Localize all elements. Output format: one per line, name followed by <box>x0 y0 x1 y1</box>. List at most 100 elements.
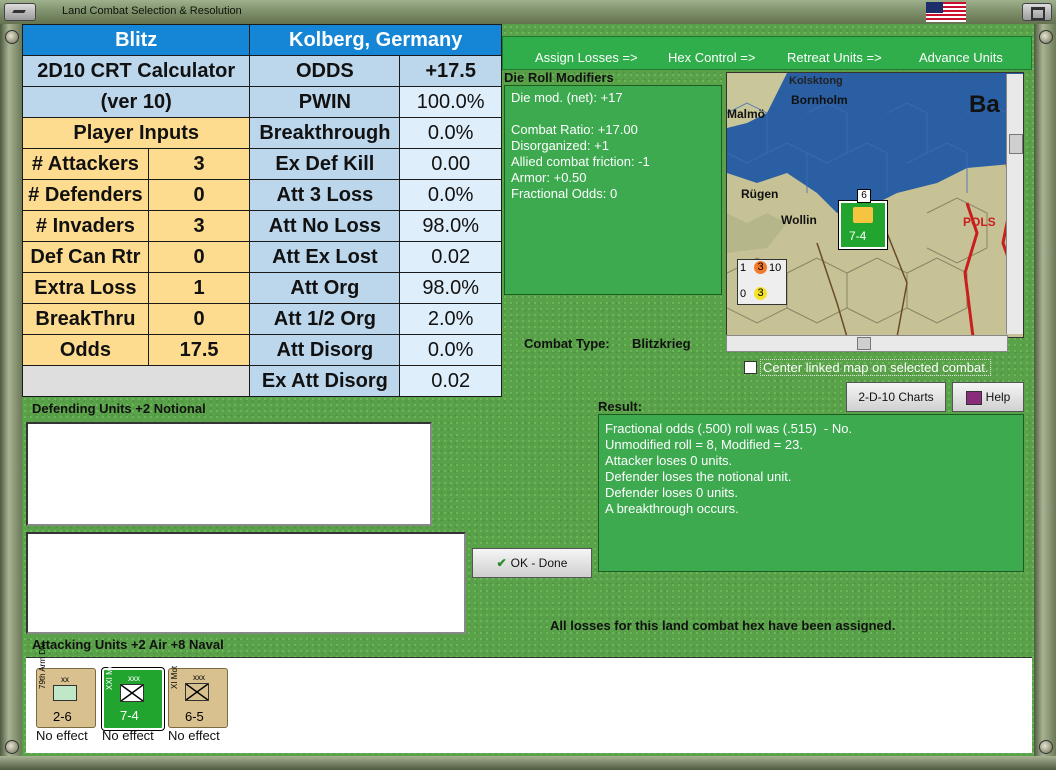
vertical-scroll-thumb[interactable] <box>1009 134 1023 154</box>
center-map-label[interactable]: Center linked map on selected combat. <box>760 359 992 376</box>
map-stack-counter[interactable]: 1 3 10 0 3 <box>737 259 787 305</box>
result-label: Att No Loss <box>249 210 401 242</box>
maximize-icon[interactable] <box>1022 3 1052 21</box>
phase-hex-control[interactable]: Hex Control => <box>668 50 755 65</box>
result-value: 98.0% <box>399 272 502 304</box>
unit-status: No effect <box>102 728 154 743</box>
frame-right <box>1034 24 1056 770</box>
result-value: 0.0% <box>399 334 502 366</box>
defending-units-list[interactable] <box>26 422 432 526</box>
frame-left <box>0 24 22 770</box>
ok-label: OK - Done <box>510 556 568 570</box>
input-label: # Defenders <box>22 179 149 211</box>
rivet-icon <box>5 30 19 44</box>
input-label: Odds <box>22 334 149 366</box>
result-label: Att 1/2 Org <box>249 303 401 335</box>
rivet-icon <box>1039 30 1053 44</box>
title-bar: Land Combat Selection & Resolution <box>0 0 1056 25</box>
charts-button[interactable]: 2-D-10 Charts <box>846 382 946 412</box>
result-value: 98.0% <box>399 210 502 242</box>
input-value[interactable]: 17.5 <box>147 334 251 366</box>
result-label: Ex Def Kill <box>249 148 401 180</box>
result-value: 0.02 <box>399 365 502 397</box>
unit-counter: 79th Arm Div xx 2-6 <box>36 643 96 728</box>
stack-bottom-a: 0 <box>740 288 747 300</box>
unit-counter: XI Mot xxx 6-5 <box>168 665 228 728</box>
defending-title: Defending Units +2 Notional <box>32 401 206 416</box>
attacking-units-list[interactable]: 79th Arm Div xx 2-6 No effect XXI Mot xx… <box>26 643 1032 753</box>
map-label: Wollin <box>781 213 817 227</box>
map-horizontal-scrollbar[interactable] <box>726 335 1008 352</box>
input-value[interactable]: 3 <box>147 148 251 180</box>
map-unit-count: 6 <box>857 189 871 203</box>
result-value: 0.0% <box>399 179 502 211</box>
calc-version: (ver 10) <box>21 86 251 118</box>
rivet-icon <box>1039 740 1053 754</box>
input-value[interactable]: 0 <box>147 241 251 273</box>
result-value: 0.02 <box>399 241 502 273</box>
attacking-title: Attacking Units +2 Air +8 Naval <box>32 637 224 652</box>
unit-size: xx <box>61 675 69 684</box>
phase-retreat-units[interactable]: Retreat Units => <box>787 50 882 65</box>
motorized-infantry-icon <box>185 683 209 701</box>
die-roll-title: Die Roll Modifiers <box>504 70 614 85</box>
input-label: Extra Loss <box>22 272 149 304</box>
mini-map[interactable]: Kolsktong Malmö Bornholm Ba Rügen Wollin… <box>726 72 1024 338</box>
input-label: # Attackers <box>22 148 149 180</box>
input-value[interactable]: 1 <box>147 272 251 304</box>
unit-strength: 2-6 <box>53 709 72 724</box>
stack-top-c: 10 <box>769 262 782 274</box>
map-label: Rügen <box>741 187 779 201</box>
help-label: Help <box>985 390 1011 404</box>
phase-bar: Assign Losses => Hex Control => Retreat … <box>502 36 1032 70</box>
map-label: POLS <box>963 215 996 229</box>
result-value: 0.0% <box>399 117 502 149</box>
stack-bottom-b: 3 <box>754 287 767 300</box>
armor-icon <box>53 685 77 701</box>
phase-assign-losses[interactable]: Assign Losses => <box>535 50 638 65</box>
calc-title: 2D10 CRT Calculator <box>21 55 251 87</box>
result-value: +17.5 <box>399 55 502 87</box>
input-label: Def Can Rtr <box>22 241 149 273</box>
ok-done-button[interactable]: ✔ OK - Done <box>472 548 592 578</box>
result-value: 0.00 <box>399 148 502 180</box>
window-title: Land Combat Selection & Resolution <box>62 5 242 17</box>
unit-status: No effect <box>168 728 220 743</box>
help-button[interactable]: Help <box>952 382 1024 412</box>
result-label: ODDS <box>249 55 401 87</box>
result-label: PWIN <box>249 86 401 118</box>
input-value[interactable]: 0 <box>147 303 251 335</box>
input-label: # Invaders <box>22 210 149 242</box>
die-roll-panel: Die mod. (net): +17 Combat Ratio: +17.00… <box>504 85 722 295</box>
result-label: Att Org <box>249 272 401 304</box>
unit-side-label: XI Mot <box>170 665 179 689</box>
unit-side-label: 79th Arm Div <box>38 643 47 689</box>
combat-type-value: Blitzkrieg <box>632 336 691 351</box>
us-flag-icon <box>926 2 966 22</box>
map-selected-unit[interactable]: 7-4 <box>839 201 887 249</box>
map-label: Bornholm <box>791 93 848 107</box>
phase-advance-units[interactable]: Advance Units <box>919 50 1003 65</box>
result-title: Result: <box>598 399 643 414</box>
map-unit-strength: 7-4 <box>849 229 867 243</box>
result-value: 100.0% <box>399 86 502 118</box>
secondary-units-list[interactable] <box>26 532 466 634</box>
input-value[interactable]: 3 <box>147 210 251 242</box>
input-value[interactable]: 0 <box>147 179 251 211</box>
unit-size: xxx <box>128 674 140 683</box>
horizontal-scroll-thumb[interactable] <box>857 337 871 350</box>
stack-top-b: 3 <box>754 261 767 274</box>
minimize-icon[interactable] <box>4 3 36 21</box>
center-map-checkbox[interactable] <box>744 361 757 374</box>
unit-counter: XXI Mot xxx 7-4 <box>102 662 164 730</box>
result-label: Ex Att Disorg <box>249 365 401 397</box>
motorized-infantry-icon <box>120 684 144 702</box>
result-text: Fractional odds (.500) roll was (.515) -… <box>605 421 853 516</box>
frame-bottom <box>0 756 1056 770</box>
crt-calculator-table: Blitz Kolberg, Germany 2D10 CRT Calculat… <box>21 24 502 397</box>
map-vertical-scrollbar[interactable] <box>1006 74 1023 334</box>
rivet-icon <box>5 740 19 754</box>
map-label: Malmö <box>727 107 766 121</box>
stack-top-a: 1 <box>740 262 747 274</box>
unit-side-label: XXI Mot <box>105 661 114 690</box>
